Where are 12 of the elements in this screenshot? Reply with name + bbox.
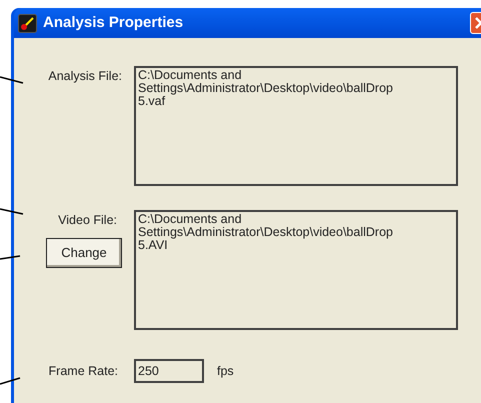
change-button[interactable]: Change	[46, 238, 122, 268]
field-label: Analysis File:	[48, 68, 122, 85]
field-label: Frame Rate:	[48, 362, 118, 380]
field-label: Video File:	[58, 212, 117, 229]
leader-line	[0, 208, 24, 216]
unit-label: fps	[217, 362, 234, 380]
window-title: Analysis Properties	[43, 12, 184, 33]
path-field[interactable]: C:\Documents and Settings\Administrator\Desktop\video\ballDrop 5.AVI	[134, 210, 458, 330]
app-icon	[18, 14, 37, 32]
path-field[interactable]: C:\Documents and Settings\Administrator\Desktop\video\ballDrop 5.vaf	[134, 66, 458, 186]
frame-rate-field[interactable]: 250	[134, 359, 204, 383]
leader-line	[0, 76, 24, 84]
